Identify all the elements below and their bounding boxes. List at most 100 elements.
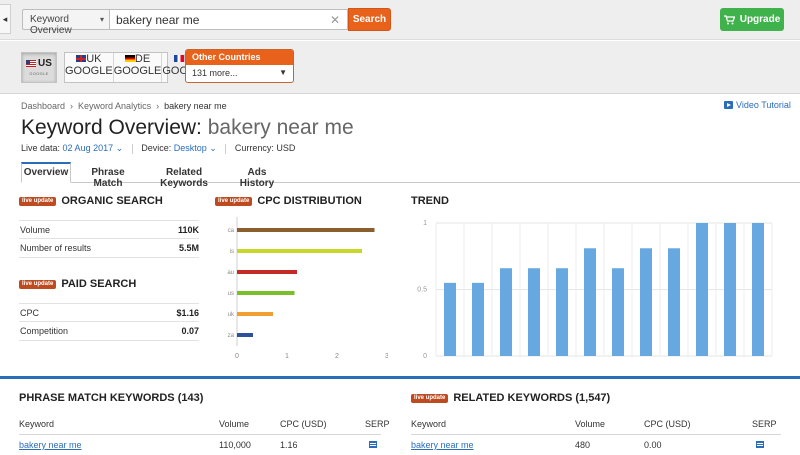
cpc-distribution-chart: ca is au us uk za 0 1 2 3 xyxy=(227,217,388,360)
divider xyxy=(225,143,227,154)
tab-phrase-match[interactable]: Phrase Match xyxy=(77,162,139,189)
breadcrumb-separator: › xyxy=(156,101,160,111)
trend-bar xyxy=(556,268,568,356)
country-sub: GOOGLE xyxy=(65,65,113,77)
trend-bar xyxy=(584,248,596,356)
breadcrumb-current: bakery near me xyxy=(164,101,227,111)
uk-flag-icon xyxy=(76,55,87,62)
table-row-keyword-link[interactable]: bakery near me xyxy=(411,440,474,450)
search-input[interactable]: bakery near me ✕ xyxy=(110,9,348,30)
col-serp: SERP xyxy=(365,419,390,429)
metric-volume: Volume 110K xyxy=(19,220,199,239)
breadcrumb: Dashboard › Keyword Analytics › bakery near … xyxy=(21,101,227,111)
report-type-label: Keyword Overview xyxy=(30,14,72,36)
tab-related-keywords[interactable]: Related Keywords xyxy=(144,162,224,189)
live-data-date-dropdown[interactable]: 02 Aug 2017 ⌄ xyxy=(63,143,124,153)
page-title-keyword: bakery near me xyxy=(207,116,354,139)
phrase-match-title: PHRASE MATCH KEYWORDS (143) xyxy=(19,392,203,404)
cpc-tick-label: 3 xyxy=(385,353,388,360)
serp-icon[interactable] xyxy=(369,441,377,448)
trend-bar xyxy=(612,268,624,356)
trend-bar xyxy=(668,248,680,356)
trend-bar xyxy=(640,248,652,356)
cpc-tick-label: 1 xyxy=(285,353,289,360)
video-tutorial-link[interactable]: Video Tutorial xyxy=(724,100,791,110)
top-bar: ◂ Keyword Overview ▾ bakery near me ✕ Se… xyxy=(0,0,800,40)
tab-bar: Overview Phrase Match Related Keywords A… xyxy=(21,162,800,189)
tab-ads-history[interactable]: Ads History xyxy=(229,162,285,189)
chevron-down-icon: ▼ xyxy=(279,68,287,77)
metric-label: Number of results xyxy=(20,243,92,253)
trend-chart: 00.51 xyxy=(417,220,773,360)
trend-bar xyxy=(752,223,764,356)
country-us-button[interactable]: US GOOGLE xyxy=(21,52,57,83)
search-button[interactable]: Search xyxy=(348,8,391,31)
collapse-arrow-icon[interactable]: ◂ xyxy=(0,4,11,34)
country-code: US xyxy=(38,58,52,69)
other-countries-dropdown[interactable]: Other Countries 131 more... ▼ xyxy=(185,49,294,83)
table-row-volume: 480 xyxy=(575,440,591,450)
chevron-down-icon: ⌄ xyxy=(209,143,217,153)
live-data-label: Live data: xyxy=(21,143,61,153)
upgrade-label: Upgrade xyxy=(739,14,781,25)
tab-overview[interactable]: Overview xyxy=(21,162,71,183)
page-title: Keyword Overview: bakery near me xyxy=(21,116,354,140)
paid-search-title: live update PAID SEARCH xyxy=(19,278,136,290)
trend-bar xyxy=(696,223,708,356)
table-row-keyword-link[interactable]: bakery near me xyxy=(19,440,82,450)
cpc-distribution-title: live update CPC DISTRIBUTION xyxy=(215,195,362,207)
metric-value: $1.16 xyxy=(176,308,199,318)
trend-tick-label: 0 xyxy=(423,353,427,360)
metric-number-of-results: Number of results 5.5M xyxy=(19,239,199,258)
metric-label: Competition xyxy=(20,326,69,336)
cpc-bar xyxy=(237,270,297,274)
col-serp: SERP xyxy=(752,419,777,429)
page-title-prefix: Keyword Overview: xyxy=(21,116,202,139)
cpc-tick-label: 0 xyxy=(235,353,239,360)
cpc-category-label: au xyxy=(227,270,234,276)
device-label: Device: xyxy=(141,143,172,153)
cpc-category-label: us xyxy=(228,291,234,297)
report-type-select[interactable]: Keyword Overview ▾ xyxy=(22,9,110,36)
cpc-distribution-label: CPC DISTRIBUTION xyxy=(257,195,362,207)
table-row-cpc: 1.16 xyxy=(280,440,298,450)
us-flag-icon xyxy=(26,60,37,67)
country-de-button[interactable]: DE GOOGLE xyxy=(114,53,163,82)
serp-icon[interactable] xyxy=(756,441,764,448)
de-flag-icon xyxy=(124,55,135,62)
currency-label: Currency: USD xyxy=(234,143,296,153)
live-data-date: 02 Aug 2017 xyxy=(62,143,114,153)
cpc-bar xyxy=(237,228,375,232)
breadcrumb-dashboard[interactable]: Dashboard xyxy=(21,101,65,111)
cpc-bar xyxy=(237,333,253,337)
divider xyxy=(131,143,133,154)
clear-icon[interactable]: ✕ xyxy=(330,13,340,27)
chevron-down-icon: ▾ xyxy=(99,15,104,24)
breadcrumb-keyword-analytics[interactable]: Keyword Analytics xyxy=(78,101,151,111)
paid-search-label: PAID SEARCH xyxy=(61,278,137,290)
cpc-bar xyxy=(237,291,295,295)
col-volume: Volume xyxy=(219,419,250,429)
trend-title: TREND xyxy=(411,195,449,207)
device-dropdown[interactable]: Desktop ⌄ xyxy=(174,143,217,153)
meta-row: Live data: 02 Aug 2017 ⌄ Device: Desktop… xyxy=(21,143,295,154)
country-group: UK GOOGLE DE GOOGLE FR GOOGLE xyxy=(64,52,210,83)
related-keywords-title: live update RELATED KEYWORDS (1,547) xyxy=(411,392,610,404)
trend-bar xyxy=(724,223,736,356)
upgrade-button[interactable]: Upgrade xyxy=(720,8,784,31)
other-countries-value: 131 more... xyxy=(192,68,238,78)
col-keyword: Keyword xyxy=(19,419,55,429)
metric-value: 5.5M xyxy=(178,243,199,253)
metric-value: 110K xyxy=(177,225,199,235)
trend-label: TREND xyxy=(411,195,449,207)
cpc-category-label: za xyxy=(228,333,235,339)
col-cpc: CPC (USD) xyxy=(280,419,327,429)
live-update-badge: live update xyxy=(19,279,57,289)
metric-value: 0.07 xyxy=(181,326,199,336)
table-row-cpc: 0.00 xyxy=(644,440,662,450)
breadcrumb-separator: › xyxy=(70,101,74,111)
phrase-match-label: PHRASE MATCH KEYWORDS (143) xyxy=(19,392,204,404)
country-code: UK xyxy=(86,53,102,65)
country-uk-button[interactable]: UK GOOGLE xyxy=(65,53,114,82)
related-keywords-label: RELATED KEYWORDS (1,547) xyxy=(453,392,611,404)
